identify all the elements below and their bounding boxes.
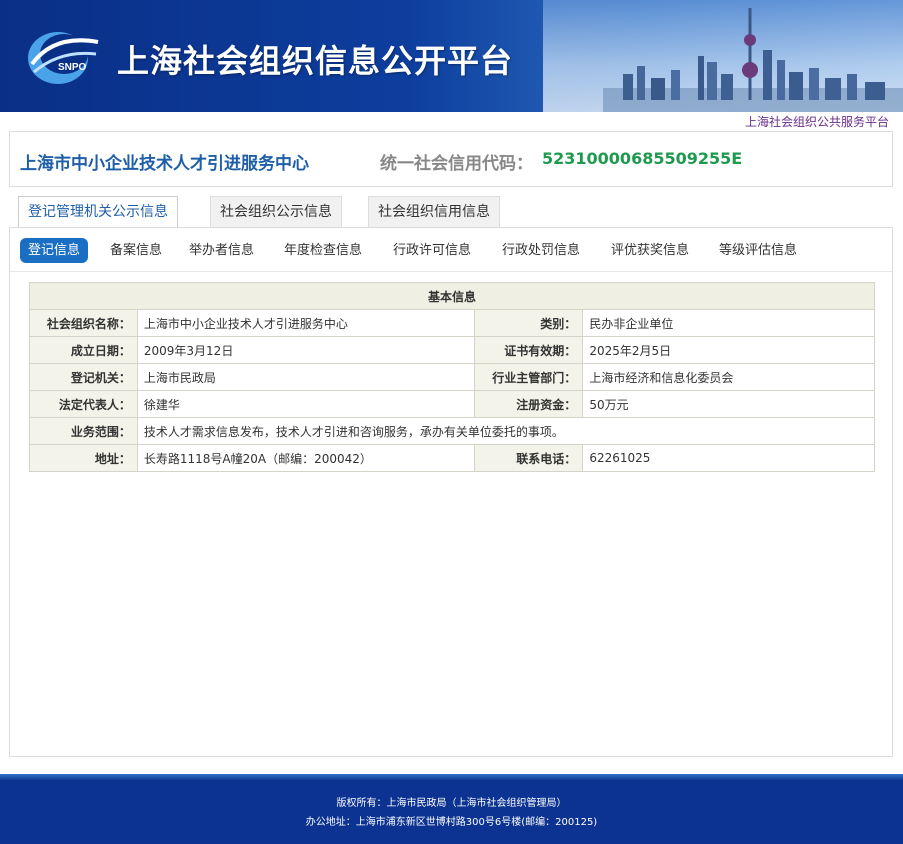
tab-registration-authority-info[interactable]: 登记管理机关公示信息: [18, 196, 178, 229]
field-value: 上海市经济和信息化委员会: [582, 363, 875, 391]
svg-text:SNPO: SNPO: [58, 62, 87, 73]
field-label: 法定代表人：: [29, 390, 138, 418]
field-value: 上海市民政局: [136, 363, 476, 391]
site-title: 上海社会组织信息公开平台: [117, 42, 514, 80]
org-header: 上海市中小企业技术人才引进服务中心 统一社会信用代码： 523100006855…: [9, 131, 893, 187]
subtab-filing-info[interactable]: 备案信息: [102, 238, 170, 263]
sub-tabs-divider: [10, 271, 892, 272]
field-value: 民办非企业单位: [582, 309, 875, 337]
field-value: 长寿路1118号A幢20A（邮编：200042）: [136, 444, 476, 472]
field-label: 联系电话：: [474, 444, 584, 472]
org-name: 上海市中小企业技术人才引进服务中心: [20, 154, 309, 174]
footer-address: 办公地址：上海市浦东新区世博村路300号6号楼(邮编：200125): [305, 817, 598, 828]
field-value: 50万元: [582, 390, 875, 418]
public-service-platform-link[interactable]: 上海社会组织公共服务平台: [745, 113, 889, 130]
subtab-admin-penalty-info[interactable]: 行政处罚信息: [494, 238, 588, 263]
field-value: 2009年3月12日: [136, 336, 476, 364]
field-label: 业务范围：: [29, 417, 138, 445]
field-value: 上海市中小企业技术人才引进服务中心: [136, 309, 476, 337]
table-row: 法定代表人： 徐建华 注册资金： 50万元: [29, 390, 875, 418]
footer-copyright: 版权所有：上海市民政局（上海市社会组织管理局）: [336, 798, 567, 809]
field-label: 社会组织名称：: [29, 309, 138, 337]
subtab-admin-license-info[interactable]: 行政许可信息: [385, 238, 479, 263]
business-scope-value: 技术人才需求信息发布，技术人才引进和咨询服务，承办有关单位委托的事项。: [136, 417, 876, 445]
subtab-rating-info[interactable]: 等级评估信息: [711, 238, 805, 263]
subtab-annual-inspection-info[interactable]: 年度检查信息: [276, 238, 370, 263]
field-label: 地址：: [29, 444, 138, 472]
field-label: 成立日期：: [29, 336, 138, 364]
site-logo-icon: SNPO: [28, 32, 99, 84]
field-label: 类别：: [474, 309, 584, 337]
tab-org-credit-info[interactable]: 社会组织信用信息: [368, 196, 500, 228]
table-row: 地址： 长寿路1118号A幢20A（邮编：200042） 联系电话： 62261…: [29, 444, 875, 472]
table-row: 成立日期： 2009年3月12日 证书有效期： 2025年2月5日: [29, 336, 875, 364]
table-row: 社会组织名称： 上海市中小企业技术人才引进服务中心 类别： 民办非企业单位: [29, 309, 875, 337]
table-row: 业务范围： 技术人才需求信息发布，技术人才引进和咨询服务，承办有关单位委托的事项…: [29, 417, 876, 445]
content-panel: 登记信息 备案信息 举办者信息 年度检查信息 行政许可信息 行政处罚信息 评优获…: [9, 227, 893, 757]
city-skyline-image: [603, 8, 903, 112]
subtab-sponsor-info[interactable]: 举办者信息: [181, 238, 262, 263]
field-label: 行业主管部门：: [474, 363, 584, 391]
field-value: 62261025: [582, 444, 875, 472]
field-label: 登记机关：: [29, 363, 138, 391]
footer: 版权所有：上海市民政局（上海市社会组织管理局） 办公地址：上海市浦东新区世博村路…: [0, 780, 903, 844]
field-value: 徐建华: [136, 390, 476, 418]
credit-code-label: 统一社会信用代码：: [380, 154, 533, 174]
subtab-registration-info[interactable]: 登记信息: [20, 238, 89, 263]
basic-info-table: 基本信息 社会组织名称： 上海市中小企业技术人才引进服务中心 类别： 民办非企业…: [29, 282, 876, 472]
field-value: 2025年2月5日: [582, 336, 875, 364]
subtab-award-info[interactable]: 评优获奖信息: [603, 238, 697, 263]
field-label: 证书有效期：: [474, 336, 584, 364]
table-row: 登记机关： 上海市民政局 行业主管部门： 上海市经济和信息化委员会: [29, 363, 875, 391]
tab-org-public-info[interactable]: 社会组织公示信息: [210, 196, 342, 228]
table-caption-row: 基本信息: [29, 282, 875, 310]
field-label: 注册资金：: [474, 390, 584, 418]
basic-info-caption: 基本信息: [29, 282, 875, 310]
credit-code-value: 52310000685509255E: [542, 149, 743, 168]
header-banner: SNPO 上海社会组织信息公开平台: [0, 0, 903, 112]
